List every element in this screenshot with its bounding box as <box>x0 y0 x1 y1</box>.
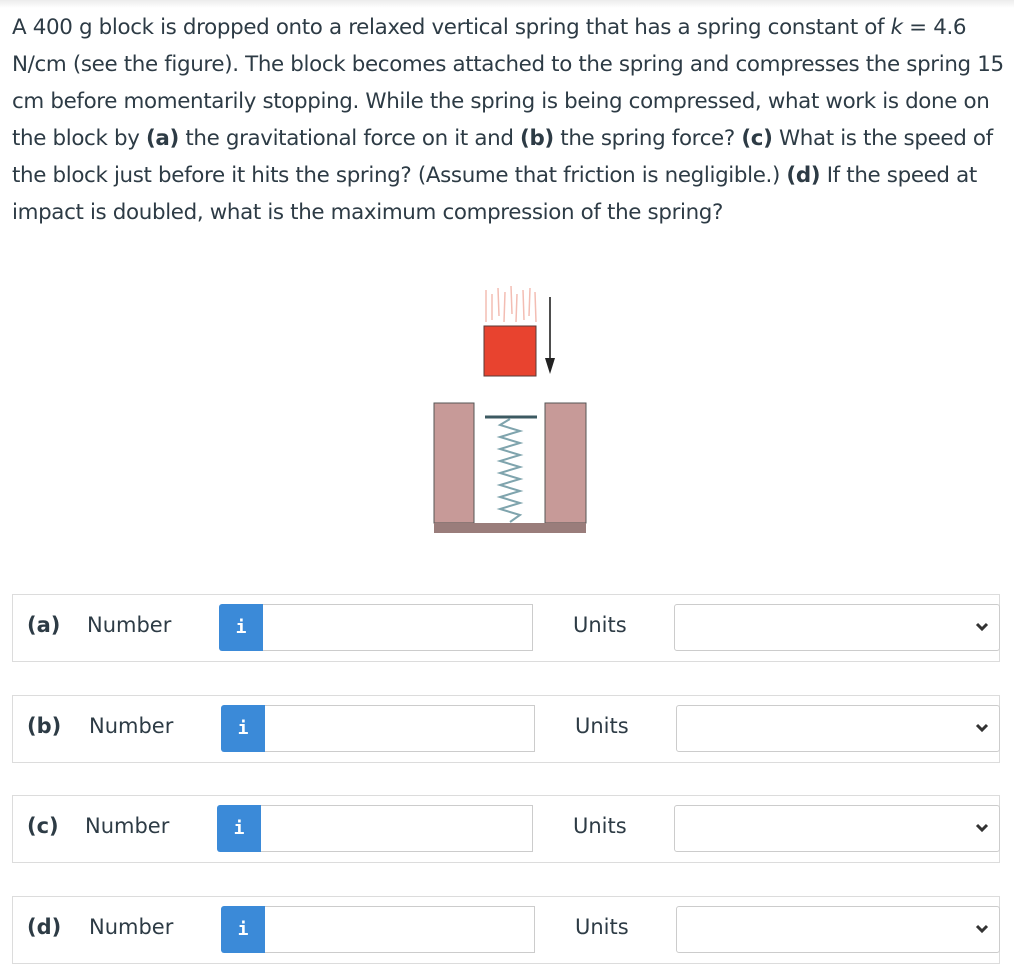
number-input-c[interactable] <box>261 805 533 852</box>
right-wall <box>544 402 587 524</box>
info-button[interactable]: i <box>217 805 261 852</box>
answer-row-c: (c) Number i Units <box>12 795 1000 863</box>
spring-coil <box>496 418 524 523</box>
chevron-down-icon <box>975 622 989 632</box>
question-line-1: A 400 g block is dropped onto a relaxed … <box>12 15 891 40</box>
info-icon: i <box>233 818 245 839</box>
number-label: Number <box>89 915 174 939</box>
number-label: Number <box>87 613 172 637</box>
chevron-down-icon <box>975 924 989 934</box>
part-label: (c) <box>27 814 59 838</box>
part-a-marker: (a) <box>145 126 179 151</box>
arrow-head <box>545 358 555 374</box>
units-label: Units <box>575 714 629 738</box>
info-button[interactable]: i <box>219 604 263 651</box>
units-label: Units <box>573 814 627 838</box>
units-label: Units <box>575 915 629 939</box>
part-a-text: the gravitational force on it and <box>178 126 521 151</box>
units-select-a[interactable] <box>674 604 1000 651</box>
units-label: Units <box>573 613 627 637</box>
part-b-text: the spring force? <box>553 126 742 151</box>
part-d-marker: (d) <box>786 163 821 188</box>
number-label: Number <box>89 714 174 738</box>
k-symbol: k <box>890 15 903 40</box>
spring-block-figure <box>433 285 587 533</box>
number-input-b[interactable] <box>265 705 535 752</box>
info-icon: i <box>237 718 249 739</box>
info-button[interactable]: i <box>221 705 265 752</box>
answer-row-d: (d) Number i Units <box>12 896 1000 964</box>
ground <box>434 523 586 533</box>
info-icon: i <box>235 617 247 638</box>
answer-row-b: (b) Number i Units <box>12 695 1000 763</box>
question-text: A 400 g block is dropped onto a relaxed … <box>12 9 1007 231</box>
number-label: Number <box>85 814 170 838</box>
chevron-down-icon <box>975 723 989 733</box>
answer-row-a: (a) Number i Units <box>12 594 1000 662</box>
info-icon: i <box>237 919 249 940</box>
motion-streaks <box>485 285 537 323</box>
number-input-a[interactable] <box>263 604 533 651</box>
units-select-d[interactable] <box>676 906 1000 953</box>
units-select-b[interactable] <box>676 705 1000 752</box>
units-select-c[interactable] <box>674 805 1000 852</box>
part-b-marker: (b) <box>520 126 554 151</box>
part-label: (d) <box>27 915 62 939</box>
part-c-marker: (c) <box>741 126 773 151</box>
chevron-down-icon <box>975 823 989 833</box>
left-wall <box>433 402 475 524</box>
info-button[interactable]: i <box>221 906 265 953</box>
part-label: (b) <box>27 714 62 738</box>
falling-block <box>483 325 537 377</box>
top-shadow <box>0 0 1014 8</box>
number-input-d[interactable] <box>265 906 535 953</box>
part-label: (a) <box>27 613 61 637</box>
